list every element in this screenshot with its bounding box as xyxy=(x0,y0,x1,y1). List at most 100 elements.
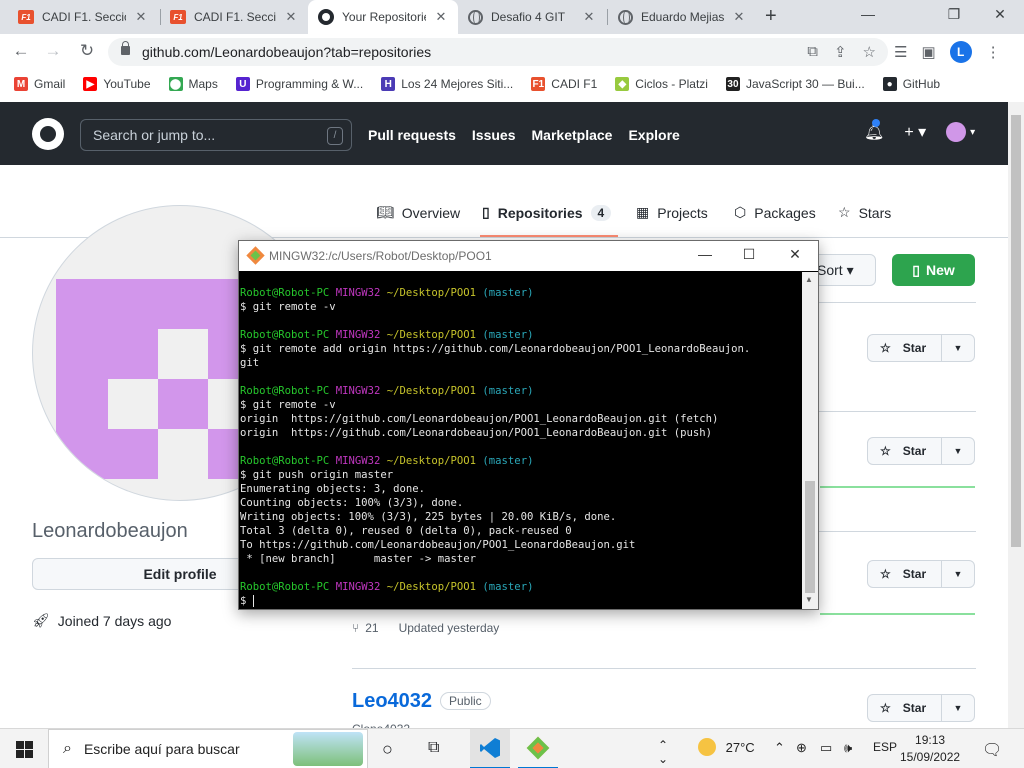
close-icon[interactable]: ✕ xyxy=(134,9,148,25)
lock-icon[interactable] xyxy=(121,41,130,55)
share-icon[interactable]: ⇪ xyxy=(834,43,847,61)
github-search-input[interactable]: Search or jump to... / xyxy=(80,119,352,151)
git-bash-taskbar-icon[interactable] xyxy=(518,729,558,768)
terminal-output-line: Counting objects: 100% (3/3), done. xyxy=(240,497,464,509)
chevron-up-icon[interactable]: ⌃ xyxy=(774,740,785,756)
network-icon[interactable]: ⊕ xyxy=(796,740,807,756)
create-new-icon[interactable]: + ▾ xyxy=(904,122,926,142)
tab-stars[interactable]: ☆ Stars xyxy=(838,204,891,221)
nav-explore[interactable]: Explore xyxy=(628,127,679,143)
search-icon: ⌕ xyxy=(63,740,72,757)
avatar xyxy=(946,122,967,142)
terminal-command: $ git remote -v xyxy=(240,301,336,313)
tab-your-repositories[interactable]: Your Repositorie ✕ xyxy=(308,0,458,34)
bookmark-item[interactable]: 30 JavaScript 30 — Bui... xyxy=(725,77,865,91)
close-icon[interactable]: ✕ xyxy=(582,9,596,25)
bookmark-item[interactable]: M Gmail xyxy=(14,77,65,91)
close-icon[interactable]: ✕ xyxy=(434,9,448,25)
notifications-icon[interactable]: 🗨︎ xyxy=(982,740,1002,760)
bookmark-item[interactable]: H Los 24 Mejores Siti... xyxy=(381,77,513,91)
terminal-title-bar[interactable]: MINGW32:/c/Users/Robot/Desktop/POO1 — ☐ … xyxy=(239,241,818,271)
side-panel-icon[interactable]: ▣ xyxy=(921,43,935,61)
display-icon[interactable]: ▭ xyxy=(820,740,832,756)
menu-icon[interactable]: ⋮ xyxy=(986,43,1001,61)
reload-icon[interactable]: ↻ xyxy=(76,41,98,61)
chevron-down-icon[interactable]: ▼ xyxy=(942,446,974,456)
tab-desafio-git[interactable]: Desafio 4 GIT ✕ xyxy=(458,0,606,34)
tab-projects[interactable]: ▦ Projects xyxy=(636,204,708,221)
terminal-output[interactable]: Robot@Robot-PC MINGW32 ~/Desktop/POO1 (m… xyxy=(240,286,800,608)
tab-packages[interactable]: ⬡ Packages xyxy=(734,204,816,221)
vscode-icon[interactable] xyxy=(470,729,510,768)
activity-graph xyxy=(820,486,975,488)
task-view-icon[interactable]: ⧉ xyxy=(428,739,452,763)
slash-shortcut-icon: / xyxy=(327,127,343,145)
close-icon[interactable]: ✕ xyxy=(785,246,805,263)
tab-label: Your Repositorie xyxy=(342,10,426,24)
bookmark-star-icon[interactable]: ☆ xyxy=(863,43,876,61)
search-highlight-image xyxy=(293,732,363,766)
nav-marketplace[interactable]: Marketplace xyxy=(532,127,613,143)
star-button[interactable]: ☆ Star ▼ xyxy=(867,694,975,722)
scroll-down-icon[interactable]: ▼ xyxy=(805,595,813,604)
translate-icon[interactable]: ⧉ xyxy=(807,43,818,61)
bookmark-item[interactable]: F1 CADI F1 xyxy=(531,77,597,91)
tab-overview[interactable]: 📖︎ Overview xyxy=(376,204,460,221)
address-bar[interactable]: github.com/Leonardobeaujon?tab=repositor… xyxy=(108,38,888,66)
windows-start-icon[interactable] xyxy=(16,741,33,758)
taskbar-search-input[interactable]: ⌕ Escribe aquí para buscar xyxy=(48,729,368,768)
repo-name-link[interactable]: Leo4032 xyxy=(352,690,432,713)
close-window-icon[interactable]: ✕ xyxy=(990,6,1010,23)
rocket-icon: 🚀︎ xyxy=(32,612,50,628)
chevron-down-icon[interactable]: ▼ xyxy=(942,703,974,713)
system-clock[interactable]: 19:13 15/09/2022 xyxy=(900,732,960,766)
bookmark-item[interactable]: ▶ YouTube xyxy=(83,77,151,91)
chevron-down-icon[interactable]: ▼ xyxy=(942,569,974,579)
star-button[interactable]: ☆ Star ▼ xyxy=(867,437,975,465)
bookmark-item[interactable]: U Programming & W... xyxy=(235,77,363,91)
tab-cadi-f1-1[interactable]: F1 CADI F1. Secció ✕ xyxy=(8,0,158,34)
scroll-up-icon[interactable]: ▲ xyxy=(805,275,813,284)
star-button[interactable]: ☆ Star ▼ xyxy=(867,560,975,588)
github-logo-icon[interactable] xyxy=(32,118,64,150)
git-bash-window[interactable]: MINGW32:/c/Users/Robot/Desktop/POO1 — ☐ … xyxy=(238,240,819,610)
reading-list-icon[interactable]: ☰ xyxy=(894,43,907,61)
minimize-icon[interactable]: — xyxy=(695,246,715,262)
terminal-scroll-thumb[interactable] xyxy=(805,481,815,593)
weather-sun-icon xyxy=(698,738,716,756)
url-text[interactable]: github.com/Leonardobeaujon?tab=repositor… xyxy=(142,44,431,60)
star-button[interactable]: ☆ Star ▼ xyxy=(867,334,975,362)
bookmark-item[interactable]: ◆ Ciclos - Platzi xyxy=(615,77,708,91)
forward-icon[interactable]: → xyxy=(42,41,64,61)
tab-repositories[interactable]: ▯ Repositories 4 xyxy=(482,204,612,221)
tab-eduardo-mejias[interactable]: Eduardo Mejias ✕ xyxy=(608,0,756,34)
nav-issues[interactable]: Issues xyxy=(472,127,516,143)
back-icon[interactable]: ← xyxy=(10,41,32,61)
new-tab-icon[interactable]: + xyxy=(765,5,777,28)
close-icon[interactable]: ✕ xyxy=(732,9,746,25)
language-indicator[interactable]: ESP xyxy=(873,740,897,754)
bookmark-item[interactable]: ● GitHub xyxy=(882,77,940,91)
terminal-command: $ git remote -v xyxy=(240,399,336,411)
nav-pull-requests[interactable]: Pull requests xyxy=(368,127,456,143)
github-icon: ● xyxy=(882,77,897,91)
weather-widget[interactable]: 27°C xyxy=(698,738,755,756)
profile-avatar[interactable]: L xyxy=(949,41,972,63)
close-icon[interactable]: ✕ xyxy=(284,9,298,25)
minimize-icon[interactable]: — xyxy=(858,6,878,22)
page-scroll-thumb[interactable] xyxy=(1011,115,1021,547)
new-repo-button[interactable]: ▯ New xyxy=(892,254,975,286)
star-label: Star xyxy=(902,444,927,458)
maximize-icon[interactable]: ☐ xyxy=(739,246,759,263)
notifications-bell-icon[interactable]: 🔔︎ xyxy=(864,119,884,142)
chevron-up-icon[interactable]: ⌃ ⌄ xyxy=(658,738,668,766)
tab-cadi-f1-2[interactable]: F1 CADI F1. Secció ✕ xyxy=(160,0,308,34)
user-menu[interactable]: ▾ xyxy=(946,122,975,142)
volume-icon[interactable]: 🕪︎ xyxy=(844,740,852,756)
cortana-icon[interactable]: ○ xyxy=(382,739,406,763)
chevron-down-icon[interactable]: ▼ xyxy=(942,343,974,353)
bookmark-item[interactable]: ⬤ Maps xyxy=(168,77,218,91)
table-icon: ▦ xyxy=(636,204,650,220)
restore-icon[interactable]: ❐ xyxy=(944,6,964,23)
